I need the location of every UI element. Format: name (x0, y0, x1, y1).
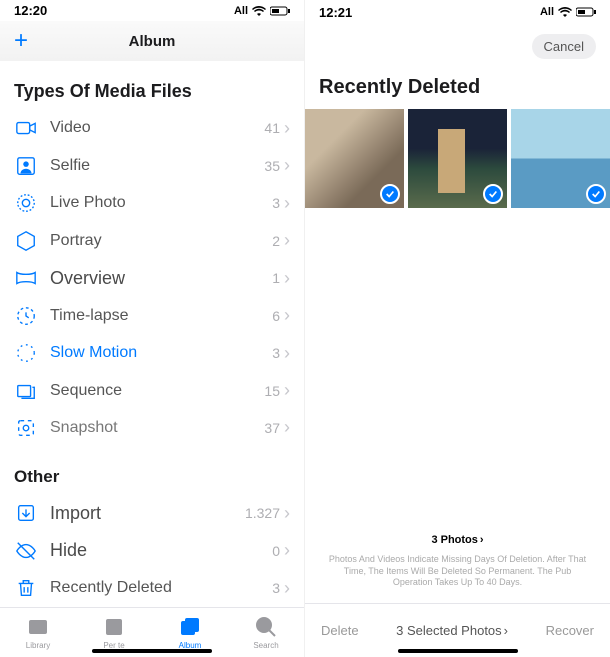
slowmotion-icon (14, 341, 38, 365)
chevron-right-icon: › (284, 155, 290, 176)
row-slowmotion[interactable]: Slow Motion 3 › (0, 334, 304, 371)
video-icon (14, 116, 38, 140)
row-label: Selfie (50, 157, 264, 175)
other-section-header: Other (0, 447, 304, 495)
row-timelapse[interactable]: Time-lapse 6 › (0, 297, 304, 334)
battery-icon (270, 6, 290, 16)
row-label: Portray (50, 232, 272, 250)
status-time: 12:20 (14, 3, 47, 18)
import-icon (14, 501, 38, 525)
livephoto-icon (14, 191, 38, 215)
row-video[interactable]: Video 41 › (0, 110, 304, 147)
row-livephoto[interactable]: Live Photo 3 › (0, 185, 304, 222)
selected-check-icon (483, 184, 503, 204)
row-label: Overview (50, 268, 272, 289)
chevron-right-icon: › (284, 305, 290, 326)
footer-info: 3 Photos › Photos And Videos Indicate Mi… (305, 520, 610, 589)
status-bar: 12:21 All (305, 0, 610, 24)
battery-icon (576, 7, 596, 17)
add-button[interactable]: + (14, 27, 28, 55)
trash-icon (14, 576, 38, 600)
tab-search[interactable]: Search (228, 615, 304, 650)
photo-grid (305, 109, 610, 208)
row-label: Slow Motion (50, 344, 272, 362)
panorama-icon (14, 266, 38, 290)
row-label: Time-lapse (50, 307, 272, 325)
page-title: Recently Deleted (305, 68, 610, 109)
album-icon (178, 615, 202, 639)
status-bar: 12:20 All (0, 0, 304, 21)
timelapse-icon (14, 304, 38, 328)
row-hide[interactable]: Hide 0 › (0, 532, 304, 569)
selected-check-icon (586, 184, 606, 204)
row-label: Snapshot (50, 419, 264, 437)
footer-note: Photos And Videos Indicate Missing Days … (325, 554, 590, 589)
delete-button[interactable]: Delete (321, 623, 359, 638)
home-indicator[interactable] (398, 649, 518, 653)
chevron-right-icon: › (284, 540, 290, 561)
row-snapshot[interactable]: Snapshot 37 › (0, 409, 304, 446)
chevron-right-icon: › (284, 417, 290, 438)
nav-header: Cancel (305, 24, 610, 68)
types-section-header: Types Of Media Files (0, 61, 304, 110)
tab-library[interactable]: Library (0, 615, 76, 650)
row-import[interactable]: Import 1.327 › (0, 495, 304, 532)
row-label: Sequence (50, 382, 264, 400)
photo-thumbnail[interactable] (305, 109, 404, 208)
row-overview[interactable]: Overview 1 › (0, 259, 304, 296)
row-recently-deleted[interactable]: Recently Deleted 3 › (0, 570, 304, 607)
portrait-icon (14, 229, 38, 253)
cancel-button[interactable]: Cancel (532, 34, 596, 59)
wifi-icon (252, 6, 266, 16)
chevron-right-icon: › (284, 380, 290, 401)
row-label: Import (50, 503, 245, 524)
photo-thumbnail[interactable] (511, 109, 610, 208)
status-indicators: All (234, 5, 290, 17)
chevron-right-icon: › (284, 578, 290, 599)
status-indicators: All (540, 6, 596, 18)
tab-foryou[interactable]: Per te (76, 615, 152, 650)
row-sequence[interactable]: Sequence 15 › (0, 372, 304, 409)
row-label: Hide (50, 540, 272, 561)
wifi-icon (558, 7, 572, 17)
chevron-right-icon: › (284, 503, 290, 524)
row-portray[interactable]: Portray 2 › (0, 222, 304, 259)
chevron-right-icon: › (284, 193, 290, 214)
chevron-right-icon: › (480, 534, 484, 546)
chevron-right-icon: › (284, 343, 290, 364)
row-label: Recently Deleted (50, 579, 272, 597)
screenshot-icon (14, 416, 38, 440)
photo-thumbnail[interactable] (408, 109, 507, 208)
hidden-icon (14, 539, 38, 563)
nav-header: + Album (0, 21, 304, 60)
selfie-icon (14, 154, 38, 178)
foryou-icon (102, 615, 126, 639)
search-icon (254, 615, 278, 639)
row-label: Live Photo (50, 194, 272, 212)
row-label: Video (50, 119, 264, 137)
photo-count: 3 Photos › (431, 534, 483, 546)
selection-count: 3 Selected Photos › (396, 623, 508, 638)
selected-check-icon (380, 184, 400, 204)
row-selfie[interactable]: Selfie 35 › (0, 147, 304, 184)
home-indicator[interactable] (92, 649, 212, 653)
page-title: Album (129, 33, 176, 50)
chevron-right-icon: › (284, 118, 290, 139)
burst-icon (14, 379, 38, 403)
recover-button[interactable]: Recover (546, 623, 594, 638)
tab-album[interactable]: Album (152, 615, 228, 650)
status-time: 12:21 (319, 5, 352, 20)
album-screen: 12:20 All + Album Types Of Media Files V… (0, 0, 305, 657)
chevron-right-icon: › (284, 230, 290, 251)
library-icon (26, 615, 50, 639)
chevron-right-icon: › (504, 623, 508, 638)
recently-deleted-screen: 12:21 All Cancel Recently Deleted 3 Phot… (305, 0, 610, 657)
chevron-right-icon: › (284, 268, 290, 289)
